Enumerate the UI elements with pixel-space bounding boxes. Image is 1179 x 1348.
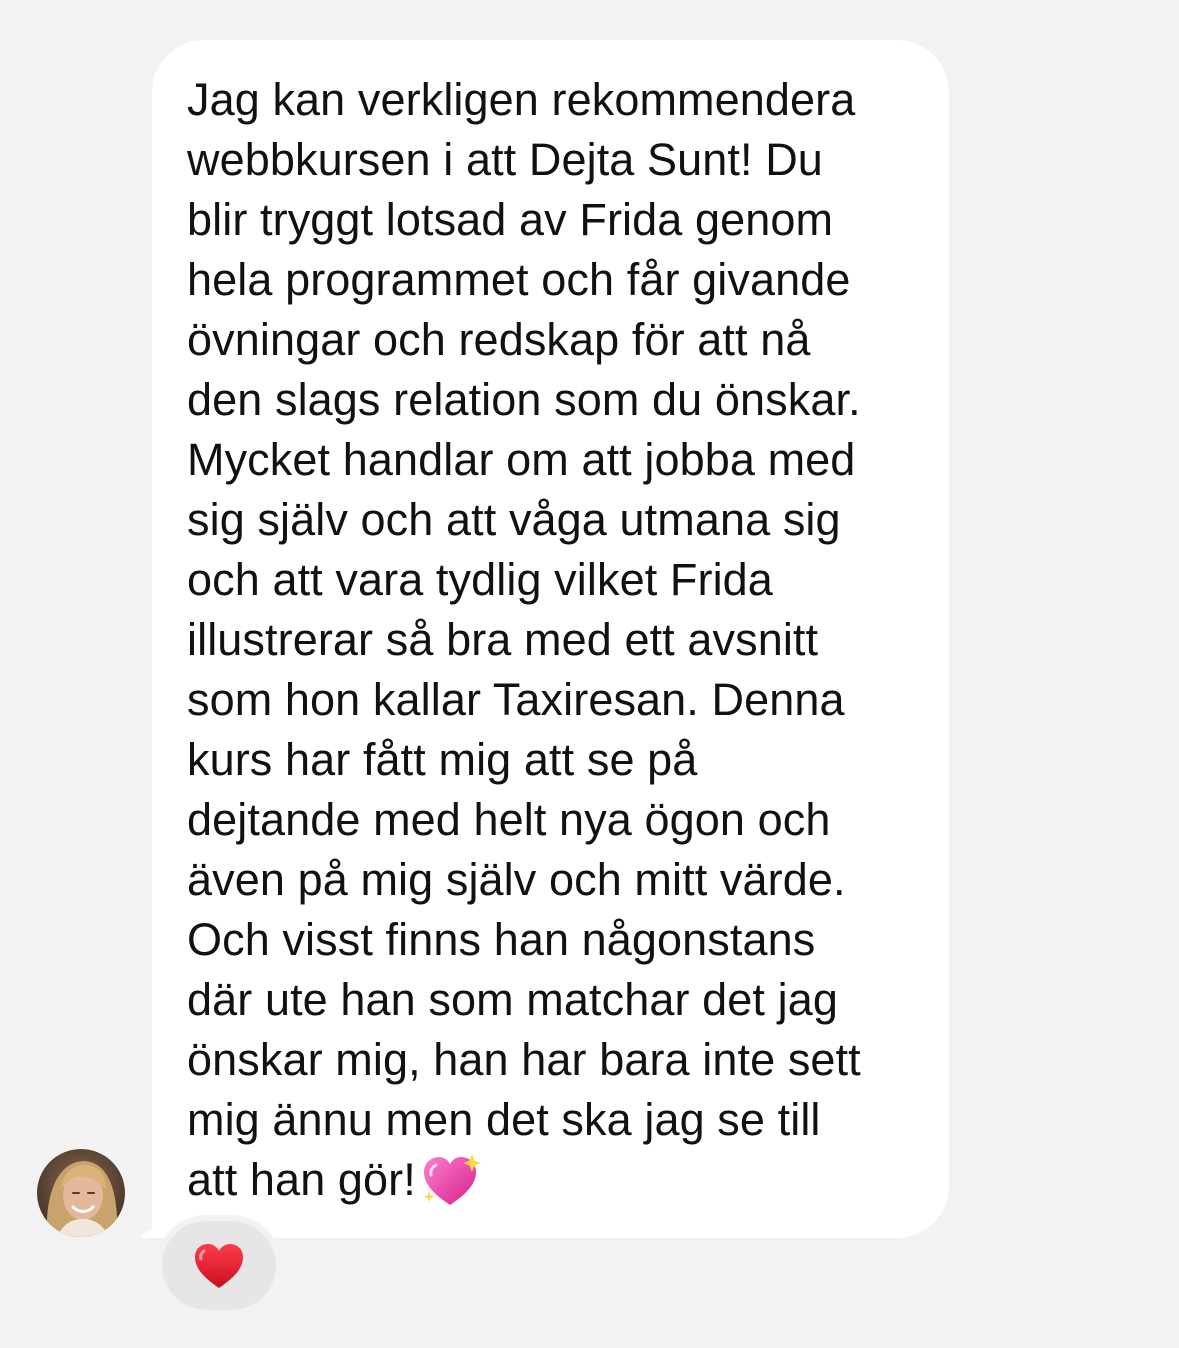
message-line: och att vara tydlig vilket Frida [187, 554, 773, 605]
message-line: övningar och redskap för att nå [187, 314, 811, 365]
message-line: illustrerar så bra med ett avsnitt [187, 614, 819, 665]
message-line: där ute han som matchar det jag [187, 974, 838, 1025]
message-line: mig ännu men det ska jag se till [187, 1094, 821, 1145]
message-line: blir tryggt lotsad av Frida genom [187, 194, 834, 245]
message-line: sig själv och att våga utmana sig [187, 494, 841, 545]
reaction-badge[interactable] [162, 1221, 276, 1310]
message-line: kurs har fått mig att se på [187, 734, 698, 785]
message-line: Mycket handlar om att jobba med [187, 434, 856, 485]
message-line: Och visst finns han någonstans [187, 914, 816, 965]
message-text: Jag kan verkligen rekommendera webbkurse… [187, 70, 937, 1210]
sparkling-heart-icon [423, 1154, 481, 1205]
red-heart-icon [195, 1243, 243, 1288]
message-line: den slags relation som du önskar. [187, 374, 861, 425]
message-line: Jag kan verkligen rekommendera [187, 74, 856, 125]
message-line: önskar mig, han har bara inte sett [187, 1034, 861, 1085]
avatar-photo [37, 1149, 125, 1237]
message-line: som hon kallar Taxiresan. Denna [187, 674, 845, 725]
message-line: att han gör! [187, 1154, 416, 1205]
avatar[interactable] [37, 1149, 125, 1237]
message-line: dejtande med helt nya ögon och [187, 794, 831, 845]
message-line: även på mig själv och mitt värde. [187, 854, 846, 905]
message-line: webbkursen i att Dejta Sunt! Du [187, 134, 823, 185]
message-line: hela programmet och får givande [187, 254, 851, 305]
